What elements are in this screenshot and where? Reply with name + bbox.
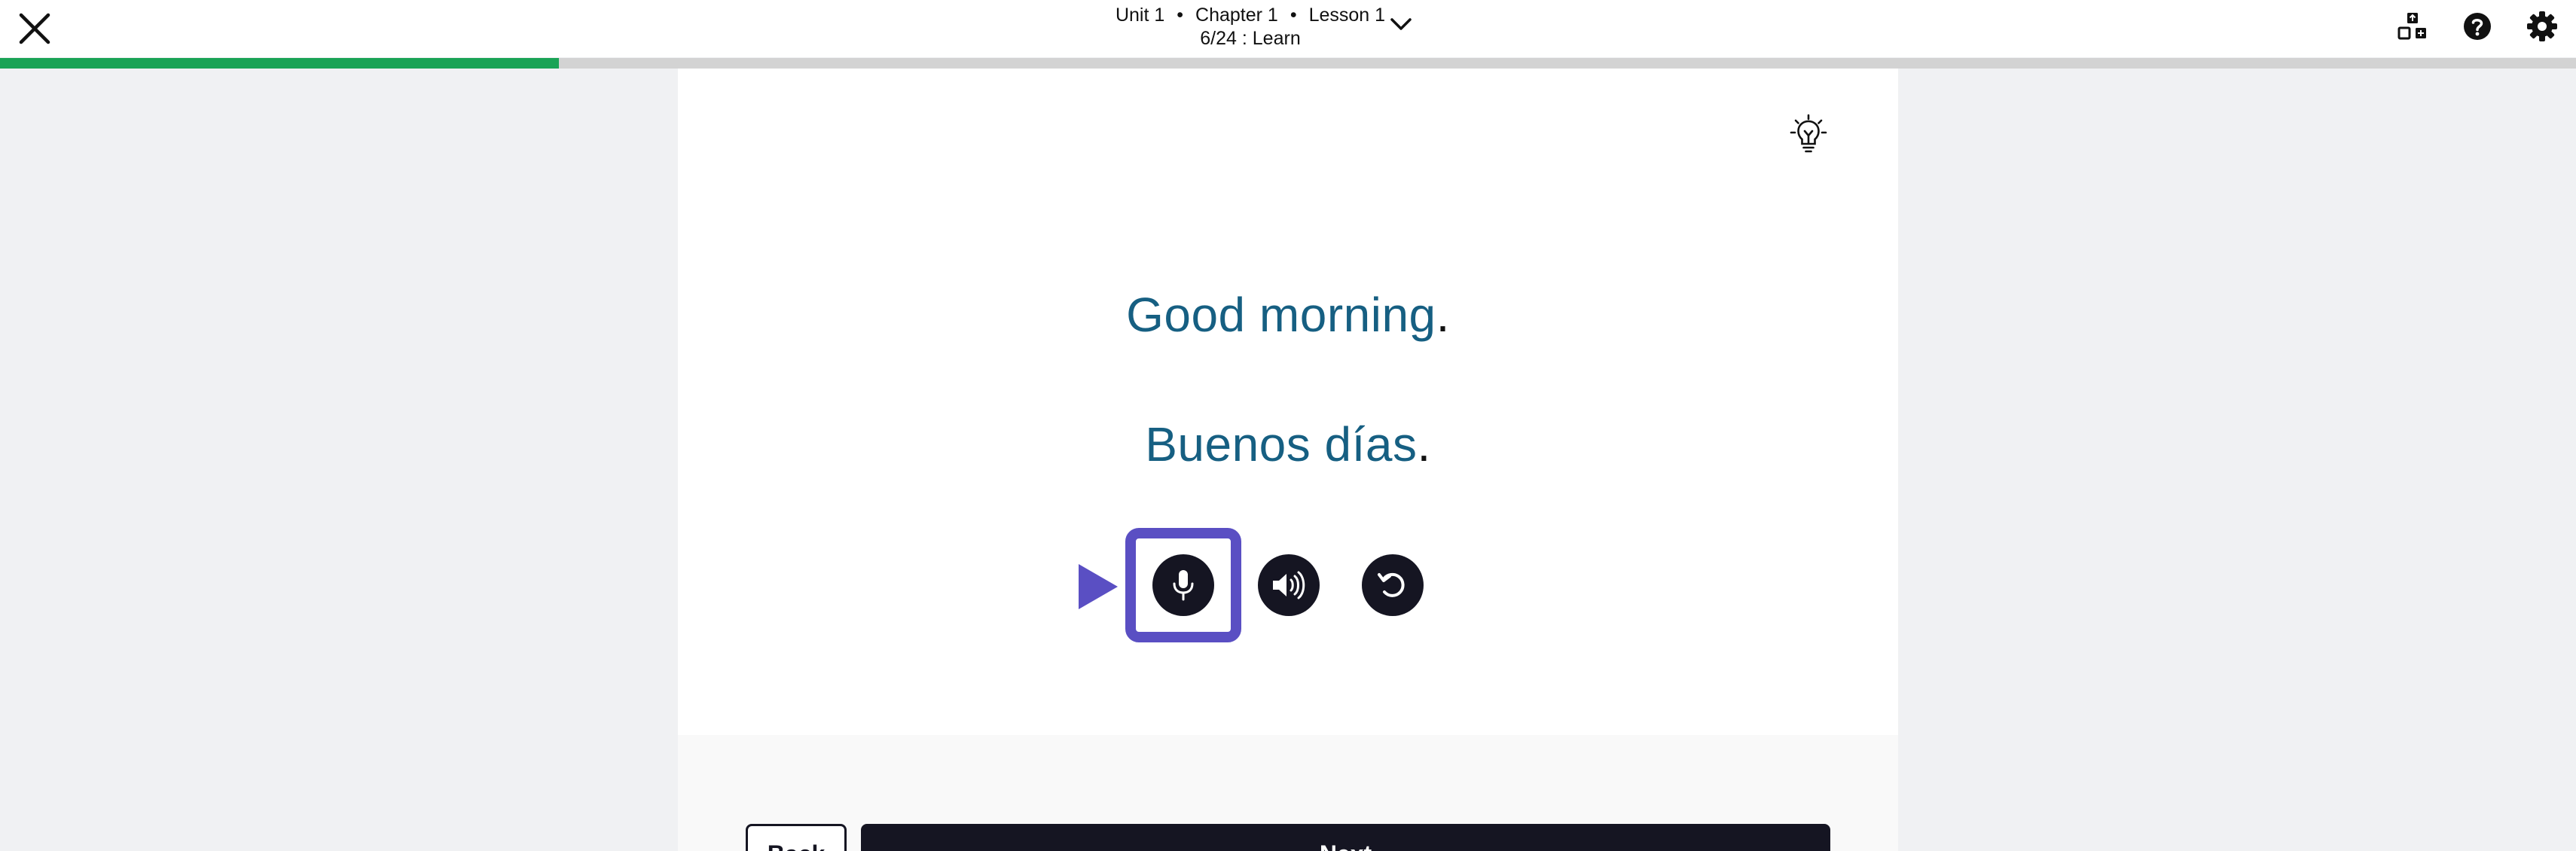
contents-button[interactable] [2395,9,2430,44]
english-text: Good morning [1126,288,1436,342]
speaker-icon [1273,571,1305,599]
progress-fill [0,58,560,69]
separator: • [1177,5,1184,26]
spanish-period: . [1417,417,1431,471]
lesson-breadcrumb: Unit 1 • Chapter 1 • Lesson 1 [1070,2,1431,27]
top-bar: Unit 1 • Chapter 1 • Lesson 1 6/24 : Lea… [0,0,2576,57]
audio-controls [678,528,1898,648]
lesson-card: Good morning. Buenos días. [678,69,1898,851]
separator: • [1290,5,1297,26]
close-button[interactable] [12,6,57,51]
gear-icon [2527,11,2557,41]
microphone-circle [1152,554,1214,616]
spanish-text: Buenos días [1145,417,1418,471]
replay-icon [1378,572,1405,597]
english-phrase: Good morning. [678,287,1898,343]
lesson-menu-toggle[interactable] [1387,11,1415,38]
lesson-info: Unit 1 • Chapter 1 • Lesson 1 6/24 : Lea… [1070,2,1431,51]
microphone-icon [1173,570,1194,601]
play-audio-button[interactable] [1258,554,1320,616]
back-button[interactable]: Back [746,824,847,851]
step-label: 6/24 : Learn [1200,28,1301,49]
hint-button[interactable] [1785,110,1832,157]
lesson-label: Lesson 1 [1308,5,1386,26]
spanish-phrase: Buenos días. [678,416,1898,472]
english-period: . [1436,288,1450,342]
play-pointer-icon [1079,564,1118,609]
contents-icon [2397,13,2426,40]
lesson-footer: Back Next [678,735,1898,851]
record-button[interactable] [1125,528,1241,642]
close-icon [19,13,50,44]
next-button[interactable]: Next [861,824,1830,851]
chevron-down-icon [1390,18,1412,30]
unit-label: Unit 1 [1115,5,1165,26]
help-icon [2464,13,2491,40]
help-button[interactable] [2460,9,2495,44]
chapter-label: Chapter 1 [1195,5,1278,26]
lesson-progress-bar [0,58,2576,69]
replay-button[interactable] [1362,554,1424,616]
settings-button[interactable] [2525,9,2559,44]
lightbulb-icon [1790,114,1827,153]
